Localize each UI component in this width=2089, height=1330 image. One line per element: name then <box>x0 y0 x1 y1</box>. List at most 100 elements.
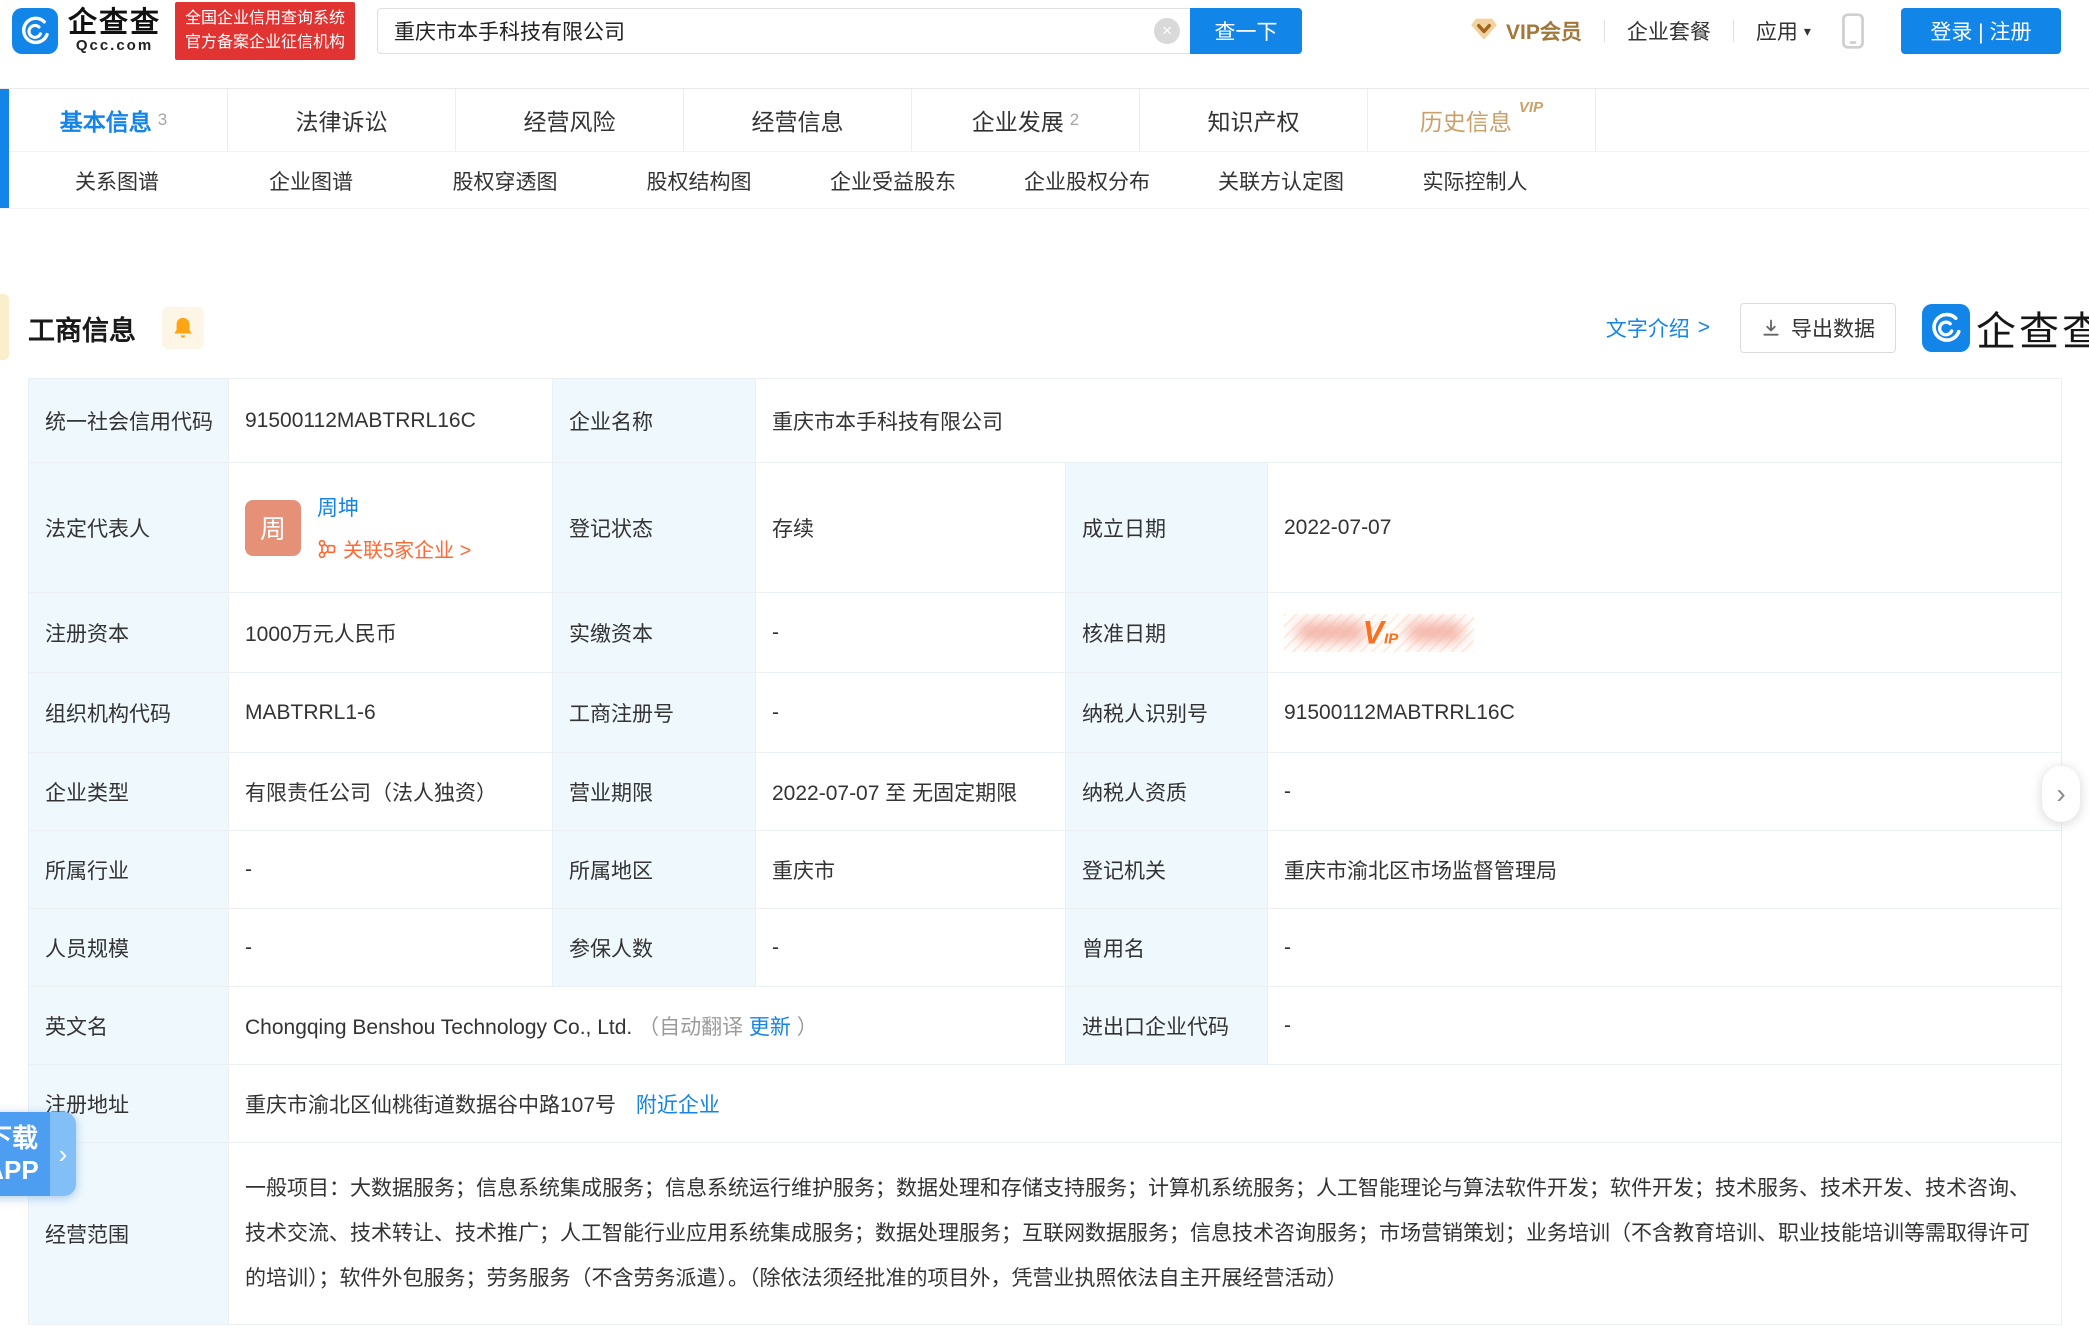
taxpayer-quality-label: 纳税人资质 <box>1066 753 1268 831</box>
brand-name: 企查查 <box>68 8 161 38</box>
legal-rep-avatar[interactable]: 周 <box>245 500 301 556</box>
est-date-value: 2022-07-07 <box>1268 463 2062 593</box>
vip-member-menu[interactable]: VIP会员 <box>1470 14 1582 48</box>
taxpayer-id-value: 91500112MABTRRL16C <box>1268 673 2062 753</box>
expand-arrow-icon: › <box>50 1112 76 1196</box>
tab-operation-info[interactable]: 经营信息 <box>684 89 912 151</box>
vip-corner-badge: VIP <box>1519 99 1543 116</box>
apps-menu[interactable]: 应用 ▾ <box>1756 16 1811 46</box>
blurred-content <box>1406 622 1464 642</box>
subnav-actual-controller[interactable]: 实际控制人 <box>1378 166 1572 196</box>
download-app-badge[interactable]: 下载 APP › <box>0 1112 76 1196</box>
qcc-watermark-text: 企查查 <box>1976 299 2089 357</box>
monitor-bell-button[interactable] <box>162 307 204 349</box>
insured-count-value: - <box>756 909 1066 987</box>
business-registration-table: 统一社会信用代码 91500112MABTRRL16C 企业名称 重庆市本手科技… <box>28 378 2062 1325</box>
qcc-logo-text: 企查查 Qcc.com <box>68 8 161 54</box>
address-value: 重庆市渝北区仙桃街道数据谷中路107号 <box>245 1094 616 1117</box>
info-row: 企业类型 有限责任公司（法人独资） 营业期限 2022-07-07 至 无固定期… <box>29 753 2062 831</box>
region-value: 重庆市 <box>756 831 1066 909</box>
search-input[interactable] <box>378 19 1154 43</box>
business-info-header: 工商信息 文字介绍 > 导出数据 企查查 <box>28 296 2089 360</box>
text-intro-link[interactable]: 文字介绍 > <box>1606 313 1710 343</box>
tab-label: 历史信息 <box>1420 103 1512 137</box>
business-term-value: 2022-07-07 至 无固定期限 <box>756 753 1066 831</box>
info-row: 注册地址 重庆市渝北区仙桃街道数据谷中路107号 附近企业 <box>29 1065 2062 1143</box>
reg-number-label: 工商注册号 <box>553 673 756 753</box>
info-row: 组织机构代码 MABTRRL1-6 工商注册号 - 纳税人识别号 9150011… <box>29 673 2062 753</box>
subnav-equity-penetration-chart[interactable]: 股权穿透图 <box>408 166 602 196</box>
company-type-label: 企业类型 <box>29 753 229 831</box>
section-title: 工商信息 <box>28 309 136 348</box>
org-code-value: MABTRRL1-6 <box>229 673 553 753</box>
staff-size-label: 人员规模 <box>29 909 229 987</box>
info-row: 法定代表人 周 周坤 关联5家企业 > <box>29 463 2062 593</box>
login-register-button[interactable]: 登录 | 注册 <box>1901 8 2061 54</box>
former-name-label: 曾用名 <box>1066 909 1268 987</box>
legal-rep-name-link[interactable]: 周坤 <box>317 492 471 522</box>
qcc-watermark: 企查查 <box>1922 299 2089 357</box>
tab-count-badge: 2 <box>1070 110 1079 130</box>
search-button[interactable]: 查一下 <box>1190 8 1302 54</box>
reg-number-value: - <box>756 673 1066 753</box>
export-data-button[interactable]: 导出数据 <box>1740 303 1896 353</box>
legal-rep-label: 法定代表人 <box>29 463 229 593</box>
update-translation-link[interactable]: 更新 <box>749 1016 791 1039</box>
tab-operation-risk[interactable]: 经营风险 <box>456 89 684 151</box>
auto-translate-note: （自动翻译 <box>638 1016 743 1039</box>
subnav-enterprise-graph[interactable]: 企业图谱 <box>214 166 408 196</box>
tab-enterprise-development[interactable]: 企业发展 2 <box>912 89 1140 151</box>
text-intro-label: 文字介绍 <box>1606 313 1690 343</box>
graph-subnav: 关系图谱 企业图谱 股权穿透图 股权结构图 企业受益股东 企业股权分布 关联方认… <box>0 153 2089 209</box>
chevron-right-icon: › <box>2056 778 2065 810</box>
nav-divider <box>1604 20 1605 42</box>
download-app-label: 下载 APP <box>0 1112 50 1196</box>
org-code-label: 组织机构代码 <box>29 673 229 753</box>
related-companies-label: 关联5家企业 > <box>343 534 471 563</box>
english-name-value: Chongqing Benshou Technology Co., Ltd. <box>245 1016 632 1039</box>
tab-label: 经营信息 <box>752 103 844 137</box>
subnav-equity-structure-chart[interactable]: 股权结构图 <box>602 166 796 196</box>
clear-search-icon[interactable]: × <box>1154 18 1180 44</box>
auto-translate-note-close: ） <box>797 1016 818 1039</box>
tab-intellectual-property[interactable]: 知识产权 <box>1140 89 1368 151</box>
tab-basic-info[interactable]: 基本信息 3 <box>0 89 228 151</box>
reg-authority-value: 重庆市渝北区市场监督管理局 <box>1268 831 2062 909</box>
info-row: 人员规模 - 参保人数 - 曾用名 - <box>29 909 2062 987</box>
tab-legal-proceedings[interactable]: 法律诉讼 <box>228 89 456 151</box>
taxpayer-id-label: 纳税人识别号 <box>1066 673 1268 753</box>
mobile-app-icon[interactable] <box>1841 13 1865 49</box>
insured-count-label: 参保人数 <box>553 909 756 987</box>
nav-divider <box>1733 20 1734 42</box>
tab-label: 知识产权 <box>1208 103 1300 137</box>
scroll-right-button[interactable]: › <box>2042 766 2080 822</box>
caret-down-icon: ▾ <box>1804 23 1811 40</box>
download-icon <box>1761 318 1781 338</box>
subnav-equity-distribution[interactable]: 企业股权分布 <box>990 166 1184 196</box>
taxpayer-quality-value: - <box>1268 753 2062 831</box>
info-row: 经营范围 一般项目：大数据服务；信息系统集成服务；信息系统运行维护服务；数据处理… <box>29 1143 2062 1325</box>
tab-count-badge: 3 <box>158 110 167 130</box>
subnav-beneficial-shareholders[interactable]: 企业受益股东 <box>796 166 990 196</box>
vip-locked-value[interactable]: VIP <box>1284 614 1474 652</box>
english-name-cell: Chongqing Benshou Technology Co., Ltd. （… <box>229 987 1066 1065</box>
industry-value: - <box>229 831 553 909</box>
enterprise-package-menu[interactable]: 企业套餐 <box>1627 16 1711 46</box>
qcc-logo[interactable]: 企查查 Qcc.com <box>12 8 161 54</box>
blurred-content <box>1296 622 1366 642</box>
nearby-companies-link[interactable]: 附近企业 <box>636 1094 720 1117</box>
reg-authority-label: 登记机关 <box>1066 831 1268 909</box>
search-box: × 查一下 <box>377 8 1302 54</box>
former-name-value: - <box>1268 909 2062 987</box>
subnav-relation-graph[interactable]: 关系图谱 <box>20 166 214 196</box>
credit-code-value: 91500112MABTRRL16C <box>229 379 553 463</box>
credit-code-label: 统一社会信用代码 <box>29 379 229 463</box>
tab-label: 基本信息 <box>60 103 152 137</box>
subnav-related-party-chart[interactable]: 关联方认定图 <box>1184 166 1378 196</box>
tab-history-info[interactable]: 历史信息 VIP <box>1368 89 1596 151</box>
company-name-value: 重庆市本手科技有限公司 <box>756 379 2062 463</box>
export-data-label: 导出数据 <box>1791 313 1875 343</box>
reg-status-label: 登记状态 <box>553 463 756 593</box>
company-name-label: 企业名称 <box>553 379 756 463</box>
related-companies-link[interactable]: 关联5家企业 > <box>317 534 471 563</box>
